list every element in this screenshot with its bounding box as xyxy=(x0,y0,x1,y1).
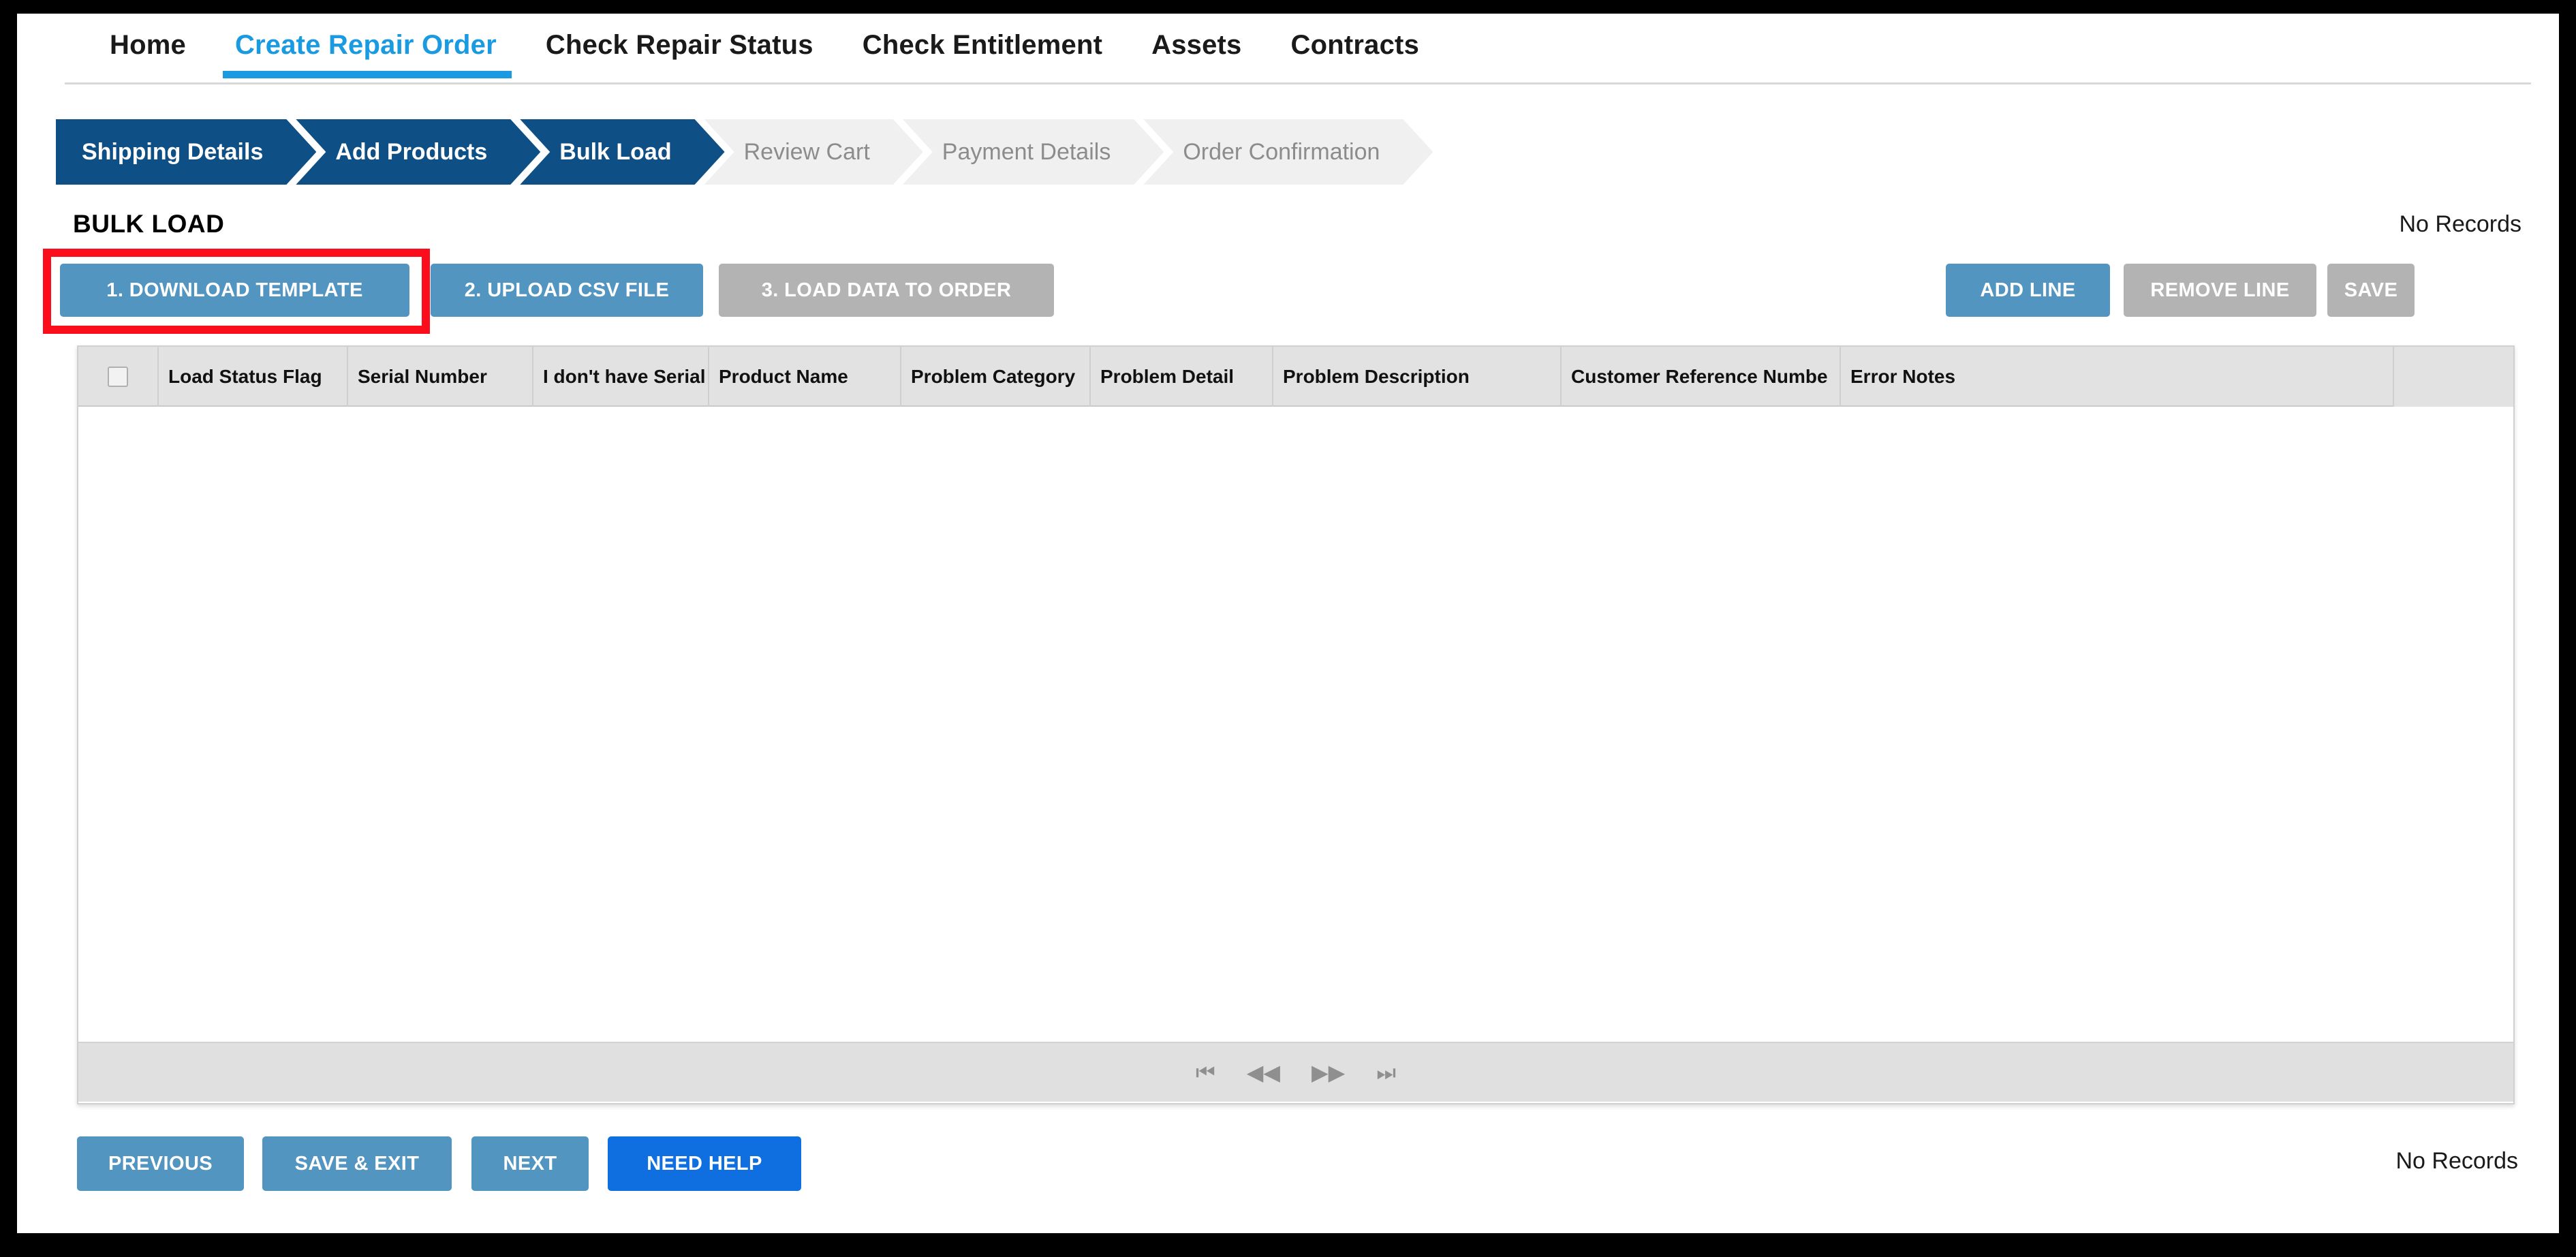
previous-button[interactable]: PREVIOUS xyxy=(77,1136,244,1191)
grid-column-header-error-notes[interactable]: Error Notes xyxy=(1841,347,2394,407)
grid-column-header-i-don-t-have-serial[interactable]: I don't have Serial xyxy=(533,347,709,407)
grid-body-empty xyxy=(78,407,2513,1042)
nav-item-create-repair-order[interactable]: Create Repair Order xyxy=(211,26,521,78)
next-button[interactable]: NEXT xyxy=(471,1136,589,1191)
nav-item-check-entitlement[interactable]: Check Entitlement xyxy=(838,26,1127,78)
last-page-icon[interactable]: ⏭ xyxy=(1376,1061,1396,1083)
record-count-bottom: No Records xyxy=(2395,1148,2518,1174)
wizard-step-review-cart[interactable]: Review Cart xyxy=(704,119,923,185)
download-template-button[interactable]: 1. DOWNLOAD TEMPLATE xyxy=(60,264,409,317)
nav-item-list: Home Create Repair Order Check Repair Stat… xyxy=(85,26,1444,78)
add-line-button[interactable]: ADD LINE xyxy=(1946,264,2110,317)
grid-column-header-serial-number[interactable]: Serial Number xyxy=(348,347,533,407)
grid-column-header-product-name[interactable]: Product Name xyxy=(709,347,901,407)
grid-select-all-header xyxy=(78,347,159,407)
next-page-icon[interactable]: ▶▶ xyxy=(1312,1061,1345,1083)
grid-header-filler xyxy=(2394,347,2513,407)
first-page-icon[interactable]: ⏮ xyxy=(1196,1061,1215,1083)
wizard-step-add-products[interactable]: Add Products xyxy=(296,119,540,185)
grid-column-header-load-status-flag[interactable]: Load Status Flag xyxy=(159,347,348,407)
nav-item-home[interactable]: Home xyxy=(85,26,211,78)
save-button[interactable]: SAVE xyxy=(2327,264,2415,317)
grid-header-row: Load Status Flag Serial Number I don't hav… xyxy=(78,347,2513,407)
load-data-to-order-button[interactable]: 3. LOAD DATA TO ORDER xyxy=(719,264,1054,317)
record-count-top: No Records xyxy=(2399,211,2521,237)
wizard-step-bulk-load[interactable]: Bulk Load xyxy=(520,119,724,185)
wizard-step-payment-details[interactable]: Payment Details xyxy=(903,119,1164,185)
upload-csv-button[interactable]: 2. UPLOAD CSV FILE xyxy=(431,264,703,317)
previous-page-icon[interactable]: ◀◀ xyxy=(1247,1061,1280,1083)
grid-pagination-bar: ⏮ ◀◀ ▶▶ ⏭ xyxy=(78,1042,2513,1102)
grid-column-header-problem-description[interactable]: Problem Description xyxy=(1273,347,1562,407)
page-title: BULK LOAD xyxy=(73,210,225,238)
bulk-load-data-grid: Load Status Flag Serial Number I don't hav… xyxy=(77,345,2515,1104)
grid-column-header-problem-detail[interactable]: Problem Detail xyxy=(1091,347,1273,407)
nav-item-contracts[interactable]: Contracts xyxy=(1267,26,1444,78)
wizard-step-breadcrumb: Shipping Details Add Products Bulk Load Rev… xyxy=(56,119,1433,185)
top-navigation-bar: Home Create Repair Order Check Repair Stat… xyxy=(17,14,2559,90)
select-all-checkbox[interactable] xyxy=(108,367,128,387)
nav-divider xyxy=(65,82,2531,84)
grid-column-header-problem-category[interactable]: Problem Category xyxy=(901,347,1091,407)
application-window: Home Create Repair Order Check Repair Stat… xyxy=(17,14,2559,1233)
nav-item-check-repair-status[interactable]: Check Repair Status xyxy=(521,26,838,78)
remove-line-button[interactable]: REMOVE LINE xyxy=(2124,264,2316,317)
nav-item-assets[interactable]: Assets xyxy=(1127,26,1266,78)
grid-column-header-customer-reference-numbe[interactable]: Customer Reference Numbe xyxy=(1562,347,1841,407)
wizard-step-order-confirmation[interactable]: Order Confirmation xyxy=(1143,119,1433,185)
need-help-button[interactable]: NEED HELP xyxy=(608,1136,801,1191)
wizard-step-shipping-details[interactable]: Shipping Details xyxy=(56,119,316,185)
save-and-exit-button[interactable]: SAVE & EXIT xyxy=(262,1136,452,1191)
